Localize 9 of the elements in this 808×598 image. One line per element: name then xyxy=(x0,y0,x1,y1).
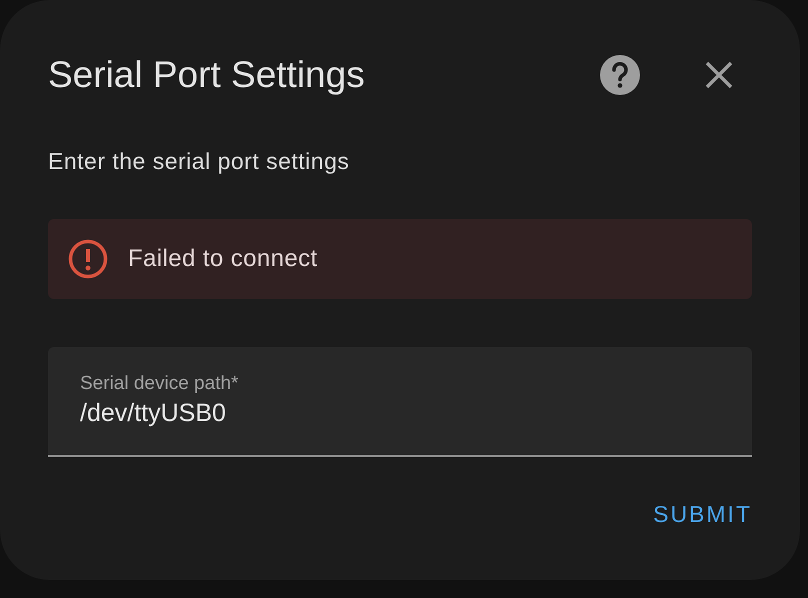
dialog-title: Serial Port Settings xyxy=(48,54,366,96)
field-label: Serial device path* xyxy=(80,373,240,395)
alert-message: Failed to connect xyxy=(128,245,318,273)
serial-path-input[interactable]: /dev/ttyUSB0 xyxy=(80,399,260,428)
dialog-description: Enter the serial port settings xyxy=(48,148,350,175)
close-icon[interactable] xyxy=(704,60,734,90)
submit-button[interactable]: SUBMIT xyxy=(653,497,752,532)
help-icon[interactable] xyxy=(600,55,640,95)
alert-icon xyxy=(68,239,108,279)
